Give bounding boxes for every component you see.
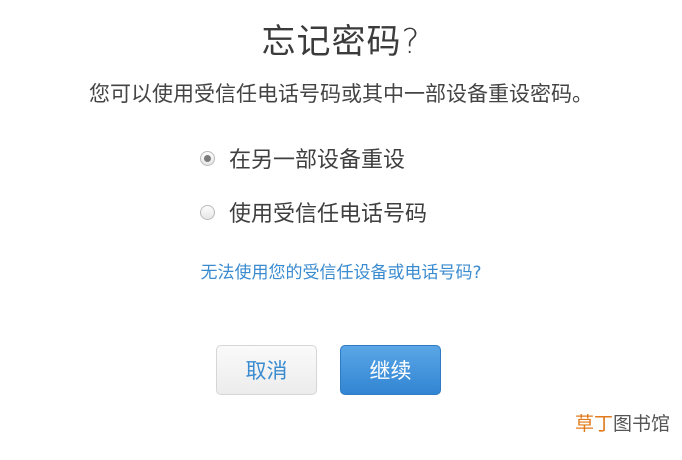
option-label: 使用受信任电话号码 <box>229 202 428 227</box>
page-subtitle: 您可以使用受信任电话号码或其中一部设备重设密码。 <box>89 82 593 106</box>
watermark-part-a: 草丁 <box>574 413 613 435</box>
radio-button-selected[interactable] <box>200 150 215 166</box>
cancel-button[interactable]: 取消 <box>216 345 317 395</box>
watermark: 草丁图书馆 <box>575 409 670 436</box>
radio-button[interactable] <box>200 204 215 220</box>
cannot-use-device-link[interactable]: 无法使用您的受信任设备或电话号码? <box>0 258 682 283</box>
reset-password-dialog: 忘记密码? 您可以使用受信任电话号码或其中一部设备重设密码。 在另一部设备重设 … <box>0 0 682 460</box>
reset-options: 在另一部设备重设 使用受信任电话号码 <box>200 140 427 248</box>
option-reset-on-other-device[interactable]: 在另一部设备重设 <box>200 140 427 176</box>
option-use-trusted-phone[interactable]: 使用受信任电话号码 <box>200 194 427 230</box>
option-label: 在另一部设备重设 <box>229 148 406 173</box>
page-title: 忘记密码? <box>261 22 421 62</box>
watermark-part-b: 图书馆 <box>612 413 670 435</box>
continue-button[interactable]: 继续 <box>340 345 441 395</box>
